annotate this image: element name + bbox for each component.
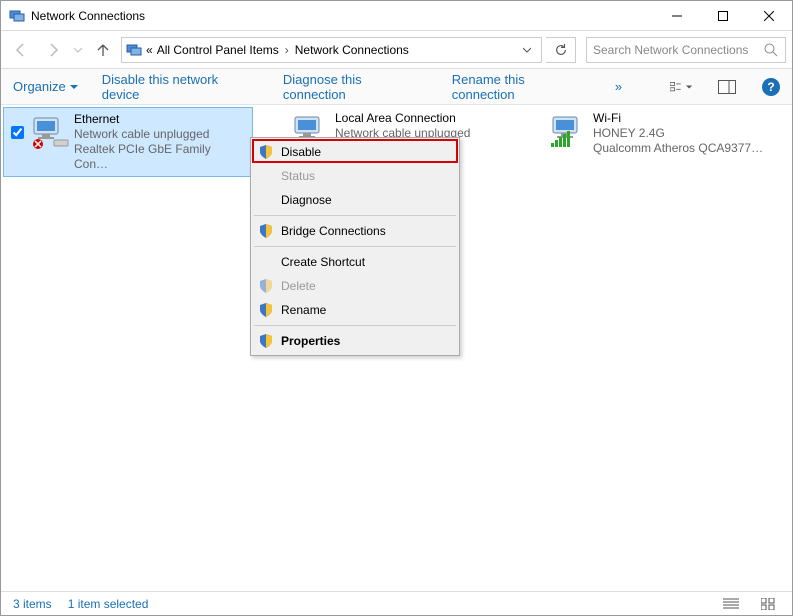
rename-connection-button[interactable]: Rename this connection bbox=[452, 72, 591, 102]
ctx-properties[interactable]: Properties bbox=[253, 329, 457, 353]
help-button[interactable]: ? bbox=[762, 78, 780, 96]
shield-icon bbox=[258, 223, 274, 239]
context-menu: Disable Status Diagnose Bridge Connectio… bbox=[250, 137, 460, 356]
ctx-rename[interactable]: Rename bbox=[253, 298, 457, 322]
ctx-status: Status bbox=[253, 164, 457, 188]
connection-name: Wi-Fi bbox=[593, 111, 787, 126]
shield-icon bbox=[258, 333, 274, 349]
connection-device: Realtek PCIe GbE Family Con… bbox=[74, 142, 248, 172]
details-view-button[interactable] bbox=[720, 595, 742, 613]
title-bar: Network Connections bbox=[1, 1, 792, 31]
minimize-button[interactable] bbox=[654, 1, 700, 31]
more-commands[interactable]: » bbox=[615, 79, 622, 94]
forward-button[interactable] bbox=[39, 36, 67, 64]
address-dropdown[interactable] bbox=[517, 43, 537, 57]
preview-pane-button[interactable] bbox=[716, 76, 738, 98]
command-bar: Organize Disable this network device Dia… bbox=[1, 69, 792, 105]
search-placeholder: Search Network Connections bbox=[593, 43, 763, 57]
ctx-diagnose[interactable]: Diagnose bbox=[253, 188, 457, 212]
breadcrumb-prefix: « bbox=[146, 43, 153, 57]
item-count: 3 items bbox=[13, 597, 52, 611]
connection-wifi[interactable]: Wi-Fi HONEY 2.4G Qualcomm Atheros QCA937… bbox=[541, 107, 791, 160]
organize-menu[interactable]: Organize bbox=[13, 79, 78, 94]
connection-name: Local Area Connection bbox=[335, 111, 529, 126]
search-box[interactable]: Search Network Connections bbox=[586, 37, 786, 63]
refresh-button[interactable] bbox=[546, 37, 576, 63]
close-button[interactable] bbox=[746, 1, 792, 31]
search-icon bbox=[763, 42, 779, 58]
chevron-right-icon[interactable]: › bbox=[285, 43, 289, 57]
separator bbox=[254, 325, 456, 326]
connection-ethernet[interactable]: Ethernet Network cable unplugged Realtek… bbox=[3, 107, 253, 177]
ctx-bridge[interactable]: Bridge Connections bbox=[253, 219, 457, 243]
window-title: Network Connections bbox=[31, 9, 145, 23]
ctx-create-shortcut[interactable]: Create Shortcut bbox=[253, 250, 457, 274]
recent-dropdown[interactable] bbox=[71, 36, 85, 64]
disable-device-button[interactable]: Disable this network device bbox=[102, 72, 259, 102]
connection-status: Network cable unplugged bbox=[74, 127, 248, 142]
wifi-icon bbox=[545, 111, 593, 151]
connection-checkbox[interactable] bbox=[11, 126, 24, 139]
shield-icon bbox=[258, 278, 274, 294]
ctx-delete: Delete bbox=[253, 274, 457, 298]
diagnose-connection-button[interactable]: Diagnose this connection bbox=[283, 72, 428, 102]
selected-count: 1 item selected bbox=[68, 597, 149, 611]
connection-device: Qualcomm Atheros QCA9377… bbox=[593, 141, 787, 156]
breadcrumb-seg[interactable]: Network Connections bbox=[295, 43, 409, 57]
view-options-button[interactable] bbox=[670, 76, 692, 98]
status-bar: 3 items 1 item selected bbox=[1, 591, 792, 615]
breadcrumb-seg[interactable]: All Control Panel Items bbox=[157, 43, 279, 57]
shield-icon bbox=[258, 302, 274, 318]
separator bbox=[254, 246, 456, 247]
connection-status: HONEY 2.4G bbox=[593, 126, 787, 141]
back-button[interactable] bbox=[7, 36, 35, 64]
separator bbox=[254, 215, 456, 216]
large-icons-view-button[interactable] bbox=[758, 595, 780, 613]
address-bar[interactable]: « All Control Panel Items › Network Conn… bbox=[121, 37, 542, 63]
connection-name: Ethernet bbox=[74, 112, 248, 127]
shield-icon bbox=[258, 144, 274, 160]
up-button[interactable] bbox=[89, 36, 117, 64]
network-connections-icon bbox=[9, 8, 25, 24]
ctx-disable[interactable]: Disable bbox=[253, 140, 457, 164]
ethernet-icon bbox=[26, 112, 74, 152]
network-connections-icon bbox=[126, 42, 142, 58]
nav-bar: « All Control Panel Items › Network Conn… bbox=[1, 31, 792, 69]
maximize-button[interactable] bbox=[700, 1, 746, 31]
